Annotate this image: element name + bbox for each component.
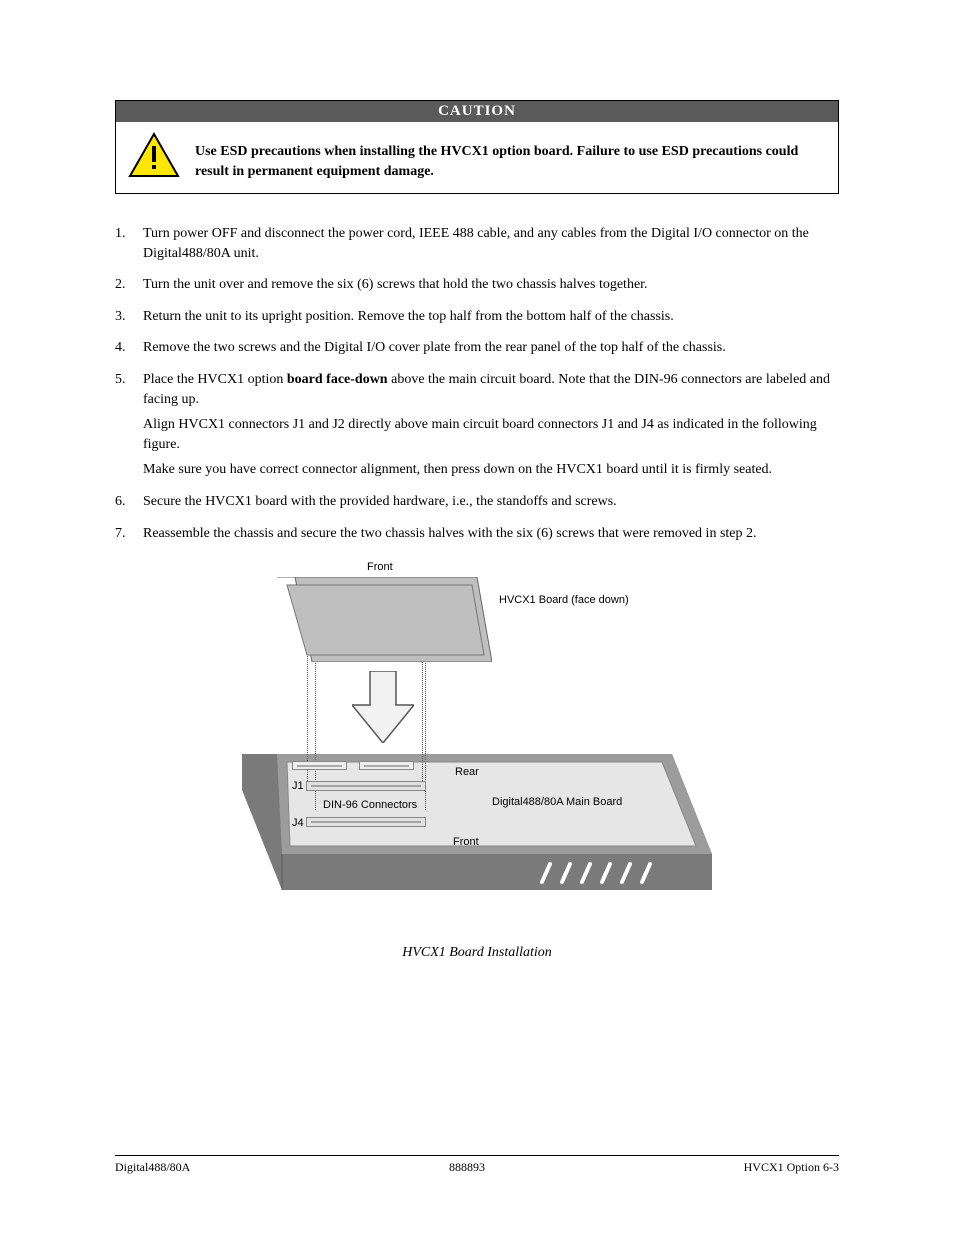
text: Place the HVCX1 option	[143, 372, 287, 387]
step-number: 3.	[115, 307, 143, 333]
connector-slot-icon	[306, 781, 426, 791]
step-text: Turn power OFF and disconnect the power …	[143, 224, 839, 263]
text-bold: board face-down	[287, 372, 388, 387]
step-7: 7. Reassemble the chassis and secure the…	[115, 524, 839, 550]
footer-page: 6-3	[820, 1160, 839, 1174]
step-number: 6.	[115, 492, 143, 518]
step-text: Make sure you have correct connector ali…	[143, 460, 839, 480]
step-number: 4.	[115, 338, 143, 364]
step-text: Return the unit to its upright position.…	[143, 307, 839, 327]
label-main-board: Digital488/80A Main Board	[492, 796, 622, 808]
diagram-canvas: Front J1 DIN-96 Connectors J2 Rear HVCX1…	[247, 559, 707, 939]
step-6: 6. Secure the HVCX1 board with the provi…	[115, 492, 839, 518]
label-j4: J4	[292, 817, 304, 829]
step-text: Place the HVCX1 option board face-down a…	[143, 370, 839, 409]
slot-icon	[359, 761, 414, 770]
warning-icon	[128, 132, 180, 183]
step-number: 1.	[115, 224, 143, 269]
page-footer: Digital488/80A 888893 HVCX1 Option 6-3	[115, 1155, 839, 1175]
step-number: 5.	[115, 370, 143, 486]
step-2: 2. Turn the unit over and remove the six…	[115, 275, 839, 301]
label-front: Front	[453, 836, 479, 848]
label-front: Front	[367, 561, 393, 573]
label-din96: DIN-96 Connectors	[323, 799, 417, 811]
slot-icon	[292, 761, 347, 770]
connector-slot-icon	[306, 817, 426, 827]
step-text: Remove the two screws and the Digital I/…	[143, 338, 839, 358]
footer-section: HVCX1 Option	[744, 1160, 820, 1174]
label-hvcx1-board: HVCX1 Board (face down)	[499, 594, 629, 606]
hvcx1-board-icon	[277, 577, 492, 662]
step-4: 4. Remove the two screws and the Digital…	[115, 338, 839, 364]
step-text: Secure the HVCX1 board with the provided…	[143, 492, 839, 512]
step-text: Reassemble the chassis and secure the tw…	[143, 524, 839, 544]
down-arrow-icon	[352, 671, 414, 743]
footer-left: Digital488/80A	[115, 1160, 190, 1175]
step-3: 3. Return the unit to its upright positi…	[115, 307, 839, 333]
installation-diagram: Front J1 DIN-96 Connectors J2 Rear HVCX1…	[115, 559, 839, 961]
step-text: Turn the unit over and remove the six (6…	[143, 275, 839, 295]
step-5: 5. Place the HVCX1 option board face-dow…	[115, 370, 839, 486]
label-j1: J1	[292, 780, 304, 792]
caution-text: Use ESD precautions when installing the …	[195, 132, 826, 181]
caution-body: Use ESD precautions when installing the …	[116, 122, 838, 193]
label-rear: Rear	[455, 766, 479, 778]
figure-caption: HVCX1 Board Installation	[115, 945, 839, 961]
caution-header: CAUTION	[116, 101, 838, 122]
footer-center: 888893	[449, 1160, 485, 1175]
step-text: Align HVCX1 connectors J1 and J2 directl…	[143, 415, 839, 454]
main-board-icon	[242, 754, 712, 914]
caution-box: CAUTION Use ESD precautions when install…	[115, 100, 839, 194]
footer-right: HVCX1 Option 6-3	[744, 1160, 839, 1175]
step-number: 7.	[115, 524, 143, 550]
step-number: 2.	[115, 275, 143, 301]
step-1: 1. Turn power OFF and disconnect the pow…	[115, 224, 839, 269]
installation-steps: 1. Turn power OFF and disconnect the pow…	[115, 224, 839, 549]
